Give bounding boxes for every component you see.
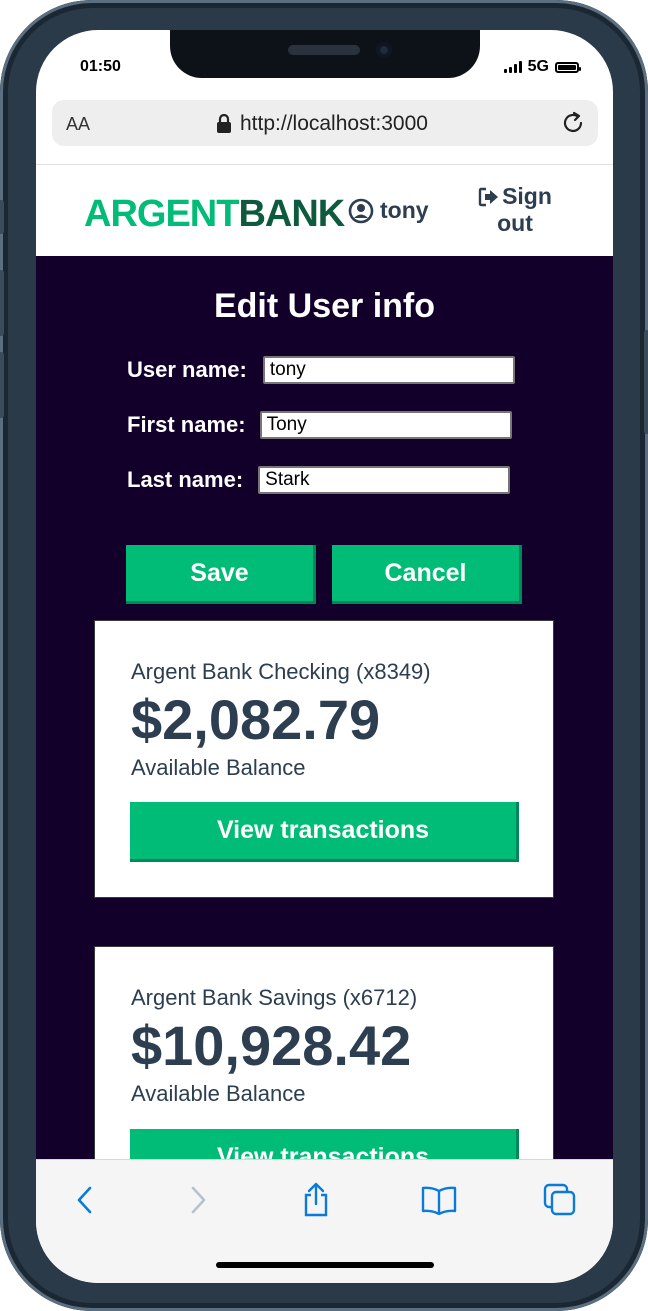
account-amount-description: Available Balance bbox=[131, 755, 306, 780]
phone-screen: 01:50 5G AA http://localhost:3000 ARGENT… bbox=[36, 30, 613, 1283]
status-time: 01:50 bbox=[80, 58, 121, 75]
battery-icon bbox=[555, 61, 581, 73]
user-circle-icon bbox=[348, 198, 374, 223]
account-amount-description: Available Balance bbox=[131, 1081, 306, 1106]
firstname-row: First name: bbox=[127, 411, 512, 439]
lastname-label: Last name: bbox=[127, 467, 244, 492]
notch bbox=[170, 30, 480, 78]
back-icon[interactable] bbox=[67, 1182, 103, 1218]
main-content: Edit User info User name: First name: La… bbox=[36, 256, 613, 1224]
mute-switch bbox=[0, 200, 4, 234]
tabs-icon[interactable] bbox=[542, 1182, 578, 1218]
view-transactions-button[interactable]: View transactions bbox=[130, 802, 519, 862]
username-row: User name: bbox=[127, 356, 515, 384]
power-button bbox=[644, 330, 648, 434]
lastname-input[interactable] bbox=[258, 466, 511, 494]
page-title: Edit User info bbox=[213, 287, 436, 325]
account-amount: $10,928.42 bbox=[131, 1014, 412, 1077]
reload-icon[interactable] bbox=[560, 110, 586, 141]
text-size-button[interactable]: AA bbox=[66, 114, 90, 135]
username-input[interactable] bbox=[262, 356, 515, 384]
account-amount: $2,082.79 bbox=[131, 688, 381, 751]
volume-down-button bbox=[0, 352, 4, 418]
user-profile-link[interactable]: tony bbox=[348, 197, 429, 224]
sign-out-icon bbox=[478, 187, 499, 206]
url-text: http://localhost:3000 bbox=[240, 112, 428, 135]
home-indicator bbox=[216, 1262, 434, 1268]
save-button[interactable]: Save bbox=[126, 545, 316, 604]
status-right: 5G bbox=[503, 58, 581, 76]
main-nav: ARGENTBANK tony Sign out bbox=[36, 164, 613, 257]
argent-bank-logo[interactable]: ARGENTBANK bbox=[84, 193, 345, 236]
account-card-checking: Argent Bank Checking (x8349) $2,082.79 A… bbox=[94, 620, 554, 898]
url-display[interactable]: http://localhost:3000 bbox=[216, 112, 428, 136]
lastname-row: Last name: bbox=[127, 466, 511, 494]
share-icon[interactable] bbox=[298, 1182, 334, 1218]
user-name-label: tony bbox=[380, 197, 429, 223]
cancel-button[interactable]: Cancel bbox=[332, 545, 522, 604]
firstname-input[interactable] bbox=[259, 411, 512, 439]
camera bbox=[376, 42, 392, 58]
network-label: 5G bbox=[527, 58, 549, 75]
account-title: Argent Bank Checking (x8349) bbox=[131, 659, 431, 684]
sign-out-link[interactable]: Sign out bbox=[472, 183, 558, 237]
username-label: User name: bbox=[127, 357, 247, 382]
signal-icon bbox=[503, 61, 522, 73]
address-bar[interactable]: AA http://localhost:3000 bbox=[52, 100, 598, 146]
account-title: Argent Bank Savings (x6712) bbox=[131, 985, 418, 1010]
bookmarks-icon[interactable] bbox=[419, 1182, 459, 1218]
forward-icon[interactable] bbox=[180, 1182, 216, 1218]
firstname-label: First name: bbox=[127, 412, 246, 437]
volume-up-button bbox=[0, 270, 4, 336]
lock-icon bbox=[217, 114, 231, 133]
speaker bbox=[288, 45, 360, 55]
